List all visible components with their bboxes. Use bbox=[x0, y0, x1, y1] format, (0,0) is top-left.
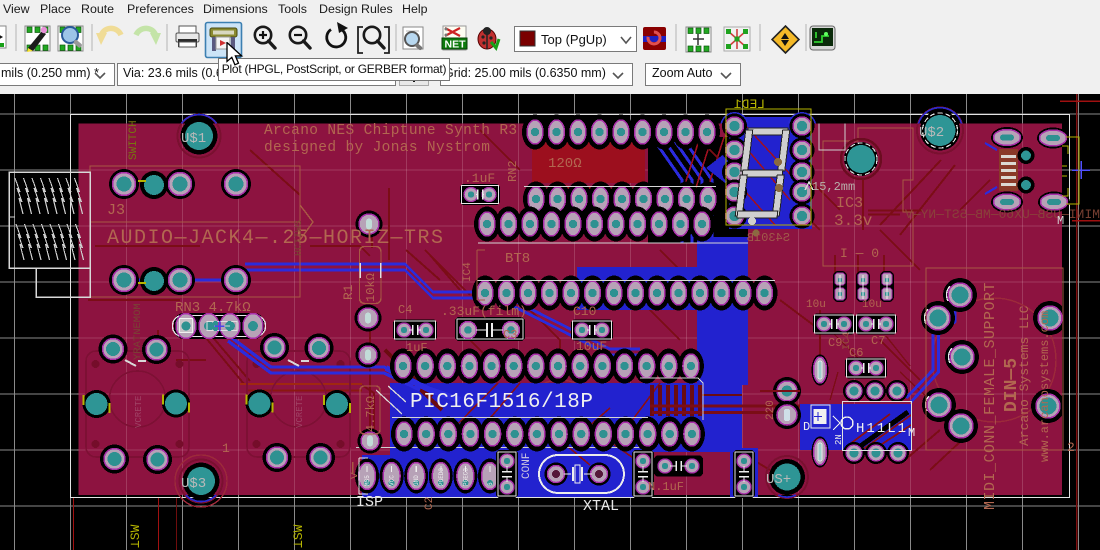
svg-text:C4: C4 bbox=[398, 303, 412, 317]
svg-text:Arcano Systems LLC: Arcano Systems LLC bbox=[1017, 305, 1032, 446]
svg-text:HCTIWS: HCTIWS bbox=[294, 220, 305, 256]
svg-text:10uF: 10uF bbox=[576, 339, 607, 354]
svg-text:AUDIO—JACK4—.25—HORIZ—TRS: AUDIO—JACK4—.25—HORIZ—TRS bbox=[107, 227, 445, 250]
svg-text:N.1uF: N.1uF bbox=[648, 480, 684, 494]
svg-text:designed by Jonas Nystrom: designed by Jonas Nystrom bbox=[264, 140, 490, 156]
svg-text:C3: C3 bbox=[503, 328, 517, 342]
svg-text:10u: 10u bbox=[862, 299, 882, 311]
svg-text:>: > bbox=[350, 469, 358, 484]
svg-text:C10: C10 bbox=[573, 304, 596, 319]
svg-text:H11L1: H11L1 bbox=[856, 421, 908, 437]
svg-text:ISP: ISP bbox=[356, 494, 383, 511]
svg-text:MINI—USB—UX60—MB—5ST—NY—V: MINI—USB—UX60—MB—5ST—NY—V bbox=[905, 207, 1100, 222]
svg-text:Top (PgUp): Top (PgUp) bbox=[541, 32, 607, 47]
svg-text:2: 2 bbox=[1067, 440, 1075, 455]
svg-text:RN2: RN2 bbox=[506, 160, 520, 182]
svg-text:M: M bbox=[1057, 214, 1064, 228]
svg-text:PGED3: PGED3 bbox=[438, 468, 445, 486]
svg-text:LED1: LED1 bbox=[734, 97, 765, 112]
svg-text:15,2mm: 15,2mm bbox=[812, 180, 855, 194]
svg-text:3.3v: 3.3v bbox=[834, 212, 873, 230]
svg-text:MS5: MS5 bbox=[364, 475, 371, 486]
svg-text:C2: C2 bbox=[424, 497, 436, 510]
svg-text:Arcano NES Chiptune Synth R3: Arcano NES Chiptune Synth R3 bbox=[264, 123, 517, 139]
svg-text:www.arcanosystems.com: www.arcanosystems.com bbox=[1038, 311, 1052, 462]
svg-text:IC3: IC3 bbox=[836, 195, 863, 212]
svg-text:.1uF: .1uF bbox=[464, 171, 495, 186]
svg-text:C7: C7 bbox=[871, 334, 885, 348]
svg-text:6: 6 bbox=[487, 482, 494, 486]
svg-text:CONF: CONF bbox=[521, 453, 533, 479]
svg-text:XTAL: XTAL bbox=[583, 498, 619, 515]
svg-text:SWITCH: SWITCH bbox=[128, 120, 140, 160]
svg-text:J3: J3 bbox=[107, 202, 125, 219]
svg-text:D: D bbox=[803, 420, 810, 434]
svg-text:1: 1 bbox=[222, 441, 230, 456]
svg-text:⊥SW: ⊥SW bbox=[291, 524, 306, 548]
svg-text:VCRETE: VCRETE bbox=[134, 396, 144, 428]
svg-text:BT8: BT8 bbox=[505, 251, 530, 267]
svg-text:M: M bbox=[908, 426, 915, 440]
svg-text:U$3: U$3 bbox=[181, 476, 206, 492]
svg-text:YRATNEMOM: YRATNEMOM bbox=[132, 303, 144, 360]
svg-text:S4301B: S4301B bbox=[747, 231, 790, 245]
svg-text:10kΩ: 10kΩ bbox=[364, 273, 378, 302]
svg-text:PGEC3: PGEC3 bbox=[462, 468, 469, 486]
svg-text:2N: 2N bbox=[834, 434, 844, 445]
svg-text:.33uF(film): .33uF(film) bbox=[441, 304, 527, 319]
svg-text:MIDI_CONN_FEMALE_SUPPORT: MIDI_CONN_FEMALE_SUPPORT bbox=[982, 282, 999, 510]
svg-text:10u: 10u bbox=[806, 299, 826, 311]
svg-text:120Ω: 120Ω bbox=[548, 156, 582, 172]
svg-text:R1: R1 bbox=[341, 284, 356, 300]
svg-text:220: 220 bbox=[765, 400, 777, 420]
svg-text:C6: C6 bbox=[849, 346, 863, 360]
svg-text:1uF: 1uF bbox=[406, 341, 428, 355]
svg-text:US+: US+ bbox=[766, 472, 791, 488]
svg-text:GND: GND bbox=[413, 475, 420, 486]
svg-text:NET: NET bbox=[445, 39, 467, 51]
svg-text:PIC16F1516/18P: PIC16F1516/18P bbox=[410, 391, 593, 414]
svg-text:4.7kΩ: 4.7kΩ bbox=[364, 396, 378, 432]
svg-text:VCRETE: VCRETE bbox=[295, 396, 305, 428]
svg-text:U$1: U$1 bbox=[181, 131, 206, 147]
svg-text:IC4: IC4 bbox=[462, 262, 474, 282]
svg-text:VCC: VCC bbox=[389, 475, 396, 486]
svg-text:I — 0: I — 0 bbox=[840, 246, 879, 261]
svg-text:⊥SW: ⊥SW bbox=[128, 524, 143, 548]
svg-text:C9: C9 bbox=[828, 336, 842, 350]
svg-text:RN3 4.7kΩ: RN3 4.7kΩ bbox=[175, 300, 251, 316]
